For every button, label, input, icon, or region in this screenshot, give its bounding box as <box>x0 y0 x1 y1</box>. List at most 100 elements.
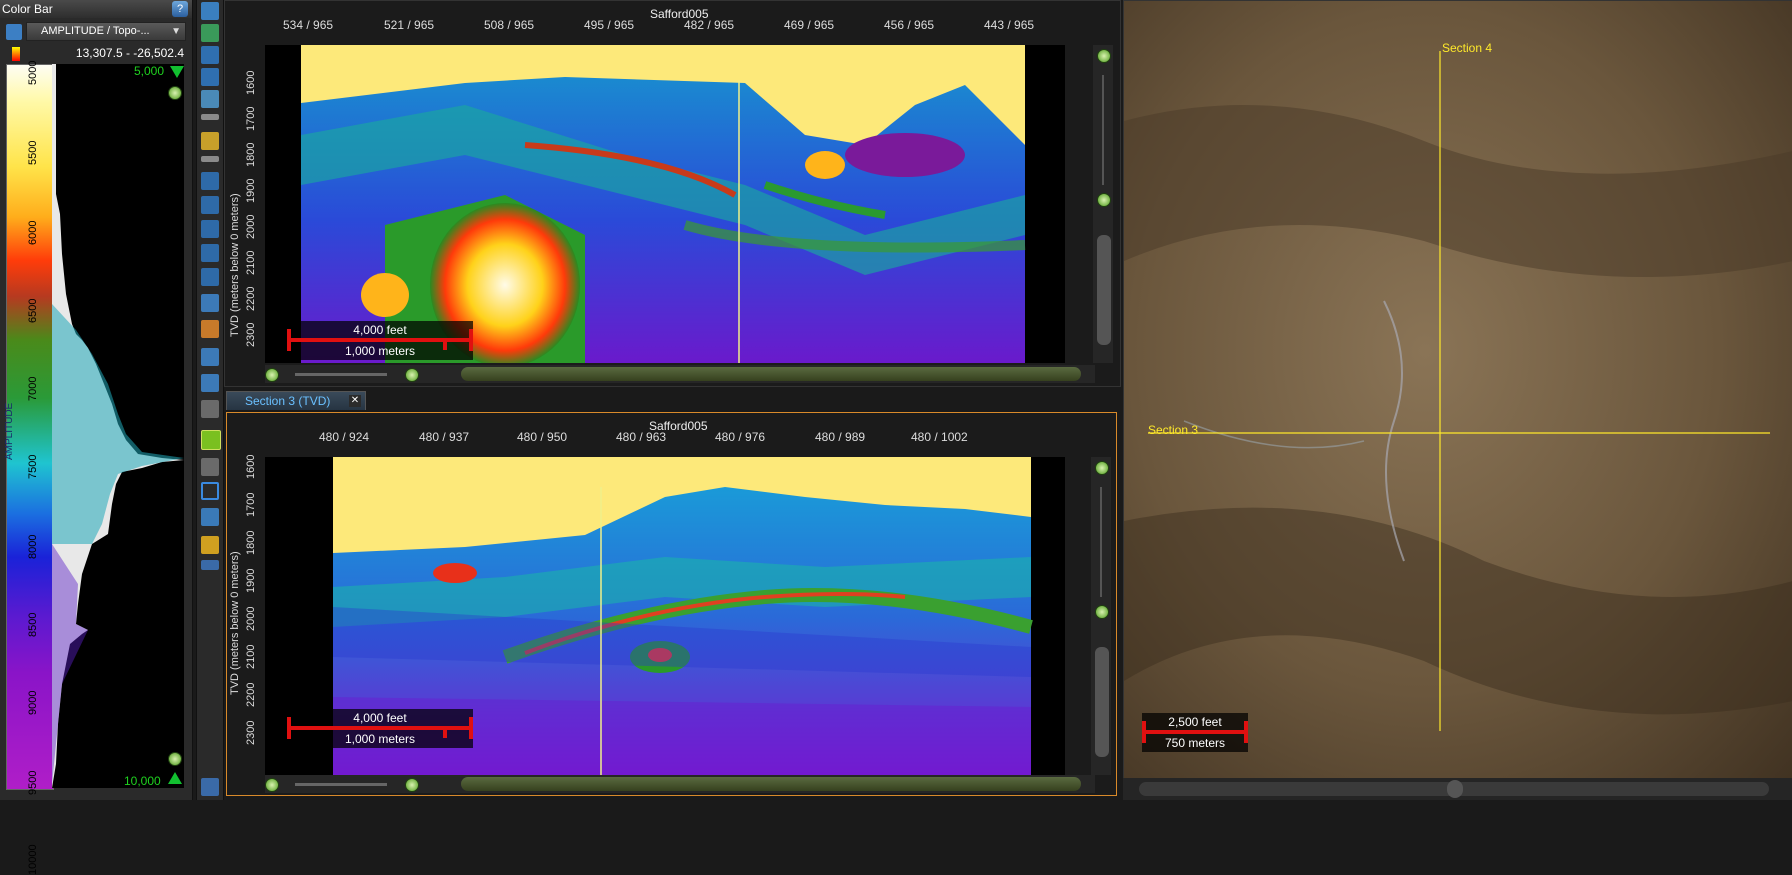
bottom-slider-icon[interactable] <box>168 772 182 784</box>
colorbar-top-value[interactable]: 5,000 <box>134 64 164 78</box>
colorbar-tick: 5000 <box>27 60 39 85</box>
scroll-grip[interactable] <box>1447 780 1463 798</box>
colorbar-tick: 8500 <box>27 612 39 637</box>
zoom-box-icon[interactable] <box>201 24 219 42</box>
zoom-track[interactable] <box>1100 487 1102 597</box>
scroll-thumb[interactable] <box>461 777 1081 791</box>
brush-icon[interactable] <box>201 536 219 554</box>
zoom-out-icon[interactable] <box>168 752 182 766</box>
top-slider-icon[interactable] <box>170 66 184 78</box>
histogram-svg <box>52 64 184 788</box>
layer-icon[interactable] <box>201 132 219 150</box>
scroll-thumb[interactable] <box>1097 235 1111 345</box>
scale-bar-bottom: 4,000 feet 1,000 meters <box>287 709 473 751</box>
flask-icon[interactable] <box>201 374 219 392</box>
y-tick: 2300 <box>245 720 257 745</box>
satellite-imagery <box>1124 1 1792 779</box>
attribute-select-label: AMPLITUDE / Topo-... <box>41 25 150 37</box>
pointer-icon[interactable] <box>201 2 219 20</box>
arrow-right-icon[interactable] <box>201 172 219 190</box>
link-icon[interactable] <box>201 268 219 286</box>
magnify-icon[interactable] <box>201 46 219 64</box>
amplitude-histogram <box>52 64 184 788</box>
zoom-slider[interactable] <box>295 783 387 786</box>
colorbar-tick: 8000 <box>27 534 39 559</box>
zoom-in-icon[interactable] <box>1097 49 1111 63</box>
x-tick: 521 / 965 <box>384 18 435 32</box>
expand-icon[interactable] <box>201 778 219 796</box>
colorbar-bottom-value[interactable]: 10,000 <box>124 774 161 788</box>
stack-icon[interactable] <box>201 294 219 312</box>
colorbar-range-row: 13,307.5 - -26,502.4 <box>8 46 184 62</box>
y-tick: 2200 <box>245 682 257 707</box>
x-tick: 482 / 965 <box>684 18 735 32</box>
zoom-in-icon[interactable] <box>405 778 419 792</box>
colorbar-tick: 9500 <box>27 770 39 795</box>
zoom-out-icon[interactable] <box>1095 605 1109 619</box>
help-icon[interactable]: ? <box>172 1 188 17</box>
colorbar-axis-label: AMPLITUDE <box>4 402 15 460</box>
colorbar-range: 13,307.5 - -26,502.4 <box>75 46 184 60</box>
refresh-icon[interactable] <box>201 68 219 86</box>
scale-bar-mid <box>443 726 447 738</box>
scale-feet-label: 4,000 feet <box>287 709 473 727</box>
rectangle-icon[interactable] <box>201 482 219 500</box>
y-tick: 1600 <box>245 454 257 479</box>
zoom-out-icon[interactable] <box>1097 193 1111 207</box>
scroll-thumb[interactable] <box>461 367 1081 381</box>
scale-bar-end <box>287 329 291 351</box>
dots-icon[interactable] <box>201 560 219 570</box>
x-tick: 480 / 963 <box>616 430 667 444</box>
ruler-icon[interactable] <box>201 114 219 120</box>
pen-icon[interactable] <box>201 220 219 238</box>
y-tick: 1600 <box>245 70 257 95</box>
colorbar-swatch-icon <box>12 47 20 61</box>
seismic-section-top[interactable] <box>265 45 1065 363</box>
chevron-down-icon: ▼ <box>171 26 181 37</box>
y-axis-label: TVD (meters below 0 meters) <box>229 193 241 337</box>
colorbar-tick: 7000 <box>27 376 39 401</box>
section-4-label[interactable]: Section 4 <box>1442 41 1492 55</box>
ruler-icon[interactable] <box>201 156 219 162</box>
scale-bar-map: 2,500 feet 750 meters <box>1142 713 1248 755</box>
zoom-in-icon[interactable] <box>168 86 182 100</box>
zoom-out-icon[interactable] <box>265 368 279 382</box>
satellite-icon[interactable] <box>201 400 219 418</box>
section-top-hscroll[interactable] <box>265 365 1095 383</box>
attribute-select-row: AMPLITUDE / Topo-... ▼ <box>6 22 186 42</box>
image-icon[interactable] <box>201 508 219 526</box>
zoom-slider[interactable] <box>295 373 387 376</box>
section-top-pane: Safford005 534 / 965 521 / 965 508 / 965… <box>224 0 1121 387</box>
zoom-out-icon[interactable] <box>265 778 279 792</box>
zoom-in-icon[interactable] <box>1095 461 1109 475</box>
zoom-track[interactable] <box>1102 75 1104 185</box>
zoom-in-icon[interactable] <box>405 368 419 382</box>
target-icon[interactable] <box>201 430 221 450</box>
triangle-icon[interactable] <box>201 348 219 366</box>
attribute-icon[interactable] <box>6 24 22 40</box>
colorbar-tick: 5500 <box>27 140 39 165</box>
x-tick: 480 / 924 <box>319 430 370 444</box>
close-icon[interactable]: ✕ <box>349 395 361 407</box>
camera-icon[interactable] <box>201 320 219 338</box>
section-bottom-vscroll[interactable] <box>1091 457 1111 775</box>
attribute-select[interactable]: AMPLITUDE / Topo-... ▼ <box>26 22 186 41</box>
rotate-icon[interactable] <box>201 90 219 108</box>
tab-section-3[interactable]: Section 3 (TVD) ✕ <box>226 391 366 410</box>
vertical-toolbar <box>196 0 224 800</box>
map-view[interactable]: Section 4 Section 3 2,500 feet 750 meter… <box>1123 0 1792 780</box>
arrow-down-icon[interactable] <box>201 196 219 214</box>
colorbar-tick: 6000 <box>27 220 39 245</box>
scroll-thumb[interactable] <box>1095 647 1109 757</box>
x-tick: 480 / 1002 <box>911 430 968 444</box>
map-hscroll[interactable] <box>1123 778 1792 800</box>
x-tick: 480 / 950 <box>517 430 568 444</box>
section-top-vscroll[interactable] <box>1093 45 1113 363</box>
copy-icon[interactable] <box>201 458 219 476</box>
y-axis-label: TVD (meters below 0 meters) <box>229 551 241 695</box>
colorbar-title: Color Bar <box>0 0 192 18</box>
section-3-label[interactable]: Section 3 <box>1148 423 1198 437</box>
section-bottom-hscroll[interactable] <box>265 775 1095 793</box>
pen-edit-icon[interactable] <box>201 244 219 262</box>
scale-feet-label: 4,000 feet <box>287 321 473 339</box>
